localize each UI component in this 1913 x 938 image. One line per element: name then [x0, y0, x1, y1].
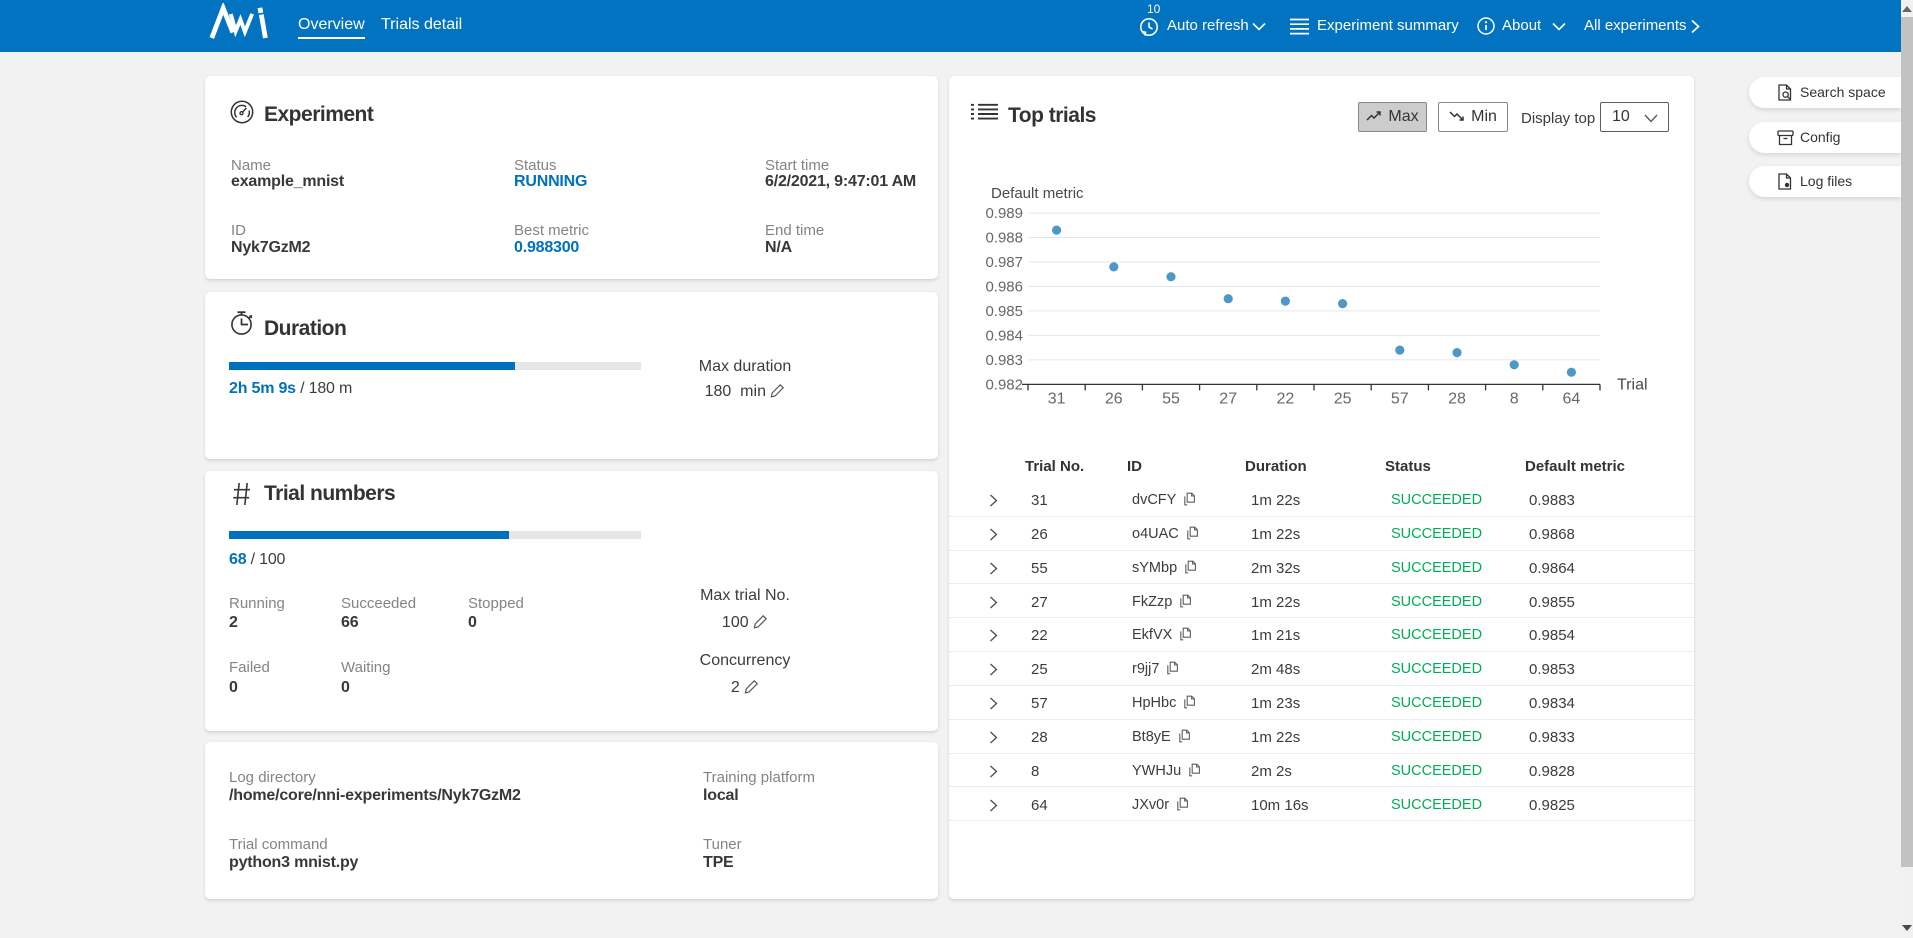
- svg-text:0.986: 0.986: [985, 279, 1023, 296]
- svg-text:0.987: 0.987: [985, 254, 1023, 271]
- svg-text:0.983: 0.983: [985, 352, 1023, 369]
- svg-text:26: 26: [1105, 390, 1123, 407]
- svg-text:0.988: 0.988: [985, 230, 1023, 247]
- svg-text:27: 27: [1219, 390, 1237, 407]
- svg-text:64: 64: [1563, 390, 1581, 407]
- svg-text:31: 31: [1048, 390, 1066, 407]
- svg-text:28: 28: [1448, 390, 1466, 407]
- svg-text:55: 55: [1162, 390, 1180, 407]
- svg-text:Trial: Trial: [1617, 376, 1648, 393]
- svg-text:8: 8: [1510, 390, 1519, 407]
- svg-text:22: 22: [1277, 390, 1295, 407]
- svg-text:25: 25: [1334, 390, 1352, 407]
- svg-text:0.984: 0.984: [985, 327, 1023, 344]
- svg-text:0.989: 0.989: [985, 205, 1023, 222]
- svg-text:57: 57: [1391, 390, 1409, 407]
- svg-text:0.985: 0.985: [985, 303, 1023, 320]
- svg-text:0.982: 0.982: [985, 376, 1023, 393]
